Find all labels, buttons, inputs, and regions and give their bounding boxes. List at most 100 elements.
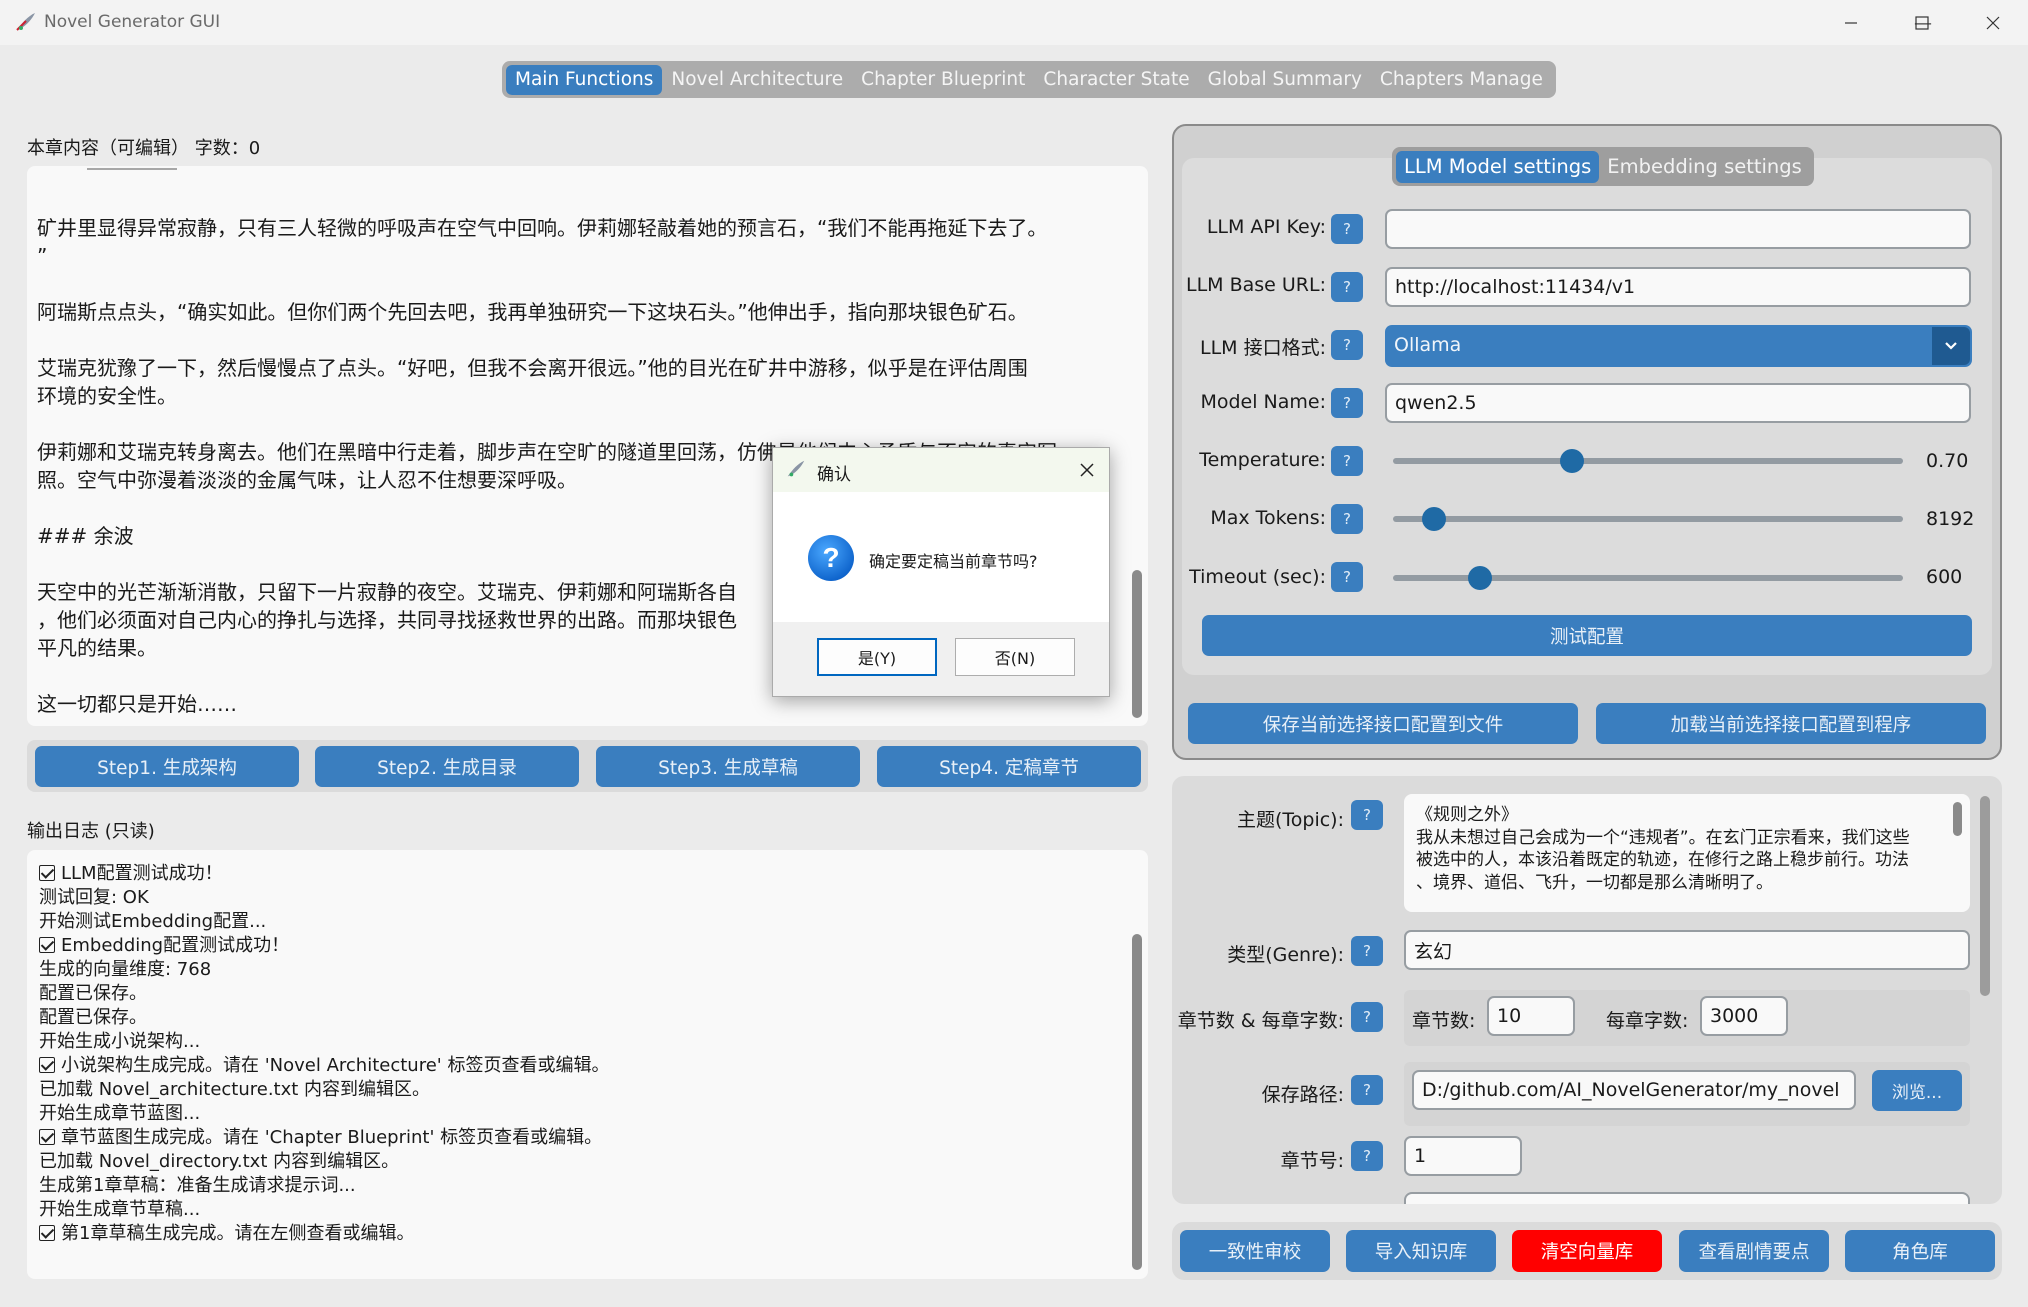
main-tab-bar: Main Functions Novel Architecture Chapte… [502, 61, 1556, 98]
params-scrollbar[interactable] [1980, 796, 1990, 996]
interface-format-select[interactable]: Ollama [1385, 325, 1972, 367]
genre-help-button[interactable]: ? [1351, 936, 1383, 966]
slider-knob[interactable] [1421, 507, 1446, 531]
timeout-value: 600 [1926, 566, 1963, 588]
tab-character-state[interactable]: Character State [1034, 65, 1198, 95]
save-config-button[interactable]: 保存当前选择接口配置到文件 [1188, 703, 1578, 744]
log-line: 小说架构生成完成。请在 'Novel Architecture' 标签页查看或编… [39, 1054, 1119, 1078]
view-plot-points-button[interactable]: 查看剧情要点 [1679, 1230, 1829, 1272]
timeout-help-button[interactable]: ? [1331, 562, 1363, 592]
chapters-words-help-button[interactable]: ? [1351, 1002, 1383, 1032]
topic-scrollbar[interactable] [1953, 802, 1962, 836]
editor-scrollbar[interactable] [1132, 570, 1142, 718]
log-line-text: 开始生成小说架构... [39, 1031, 201, 1052]
api-key-help-button[interactable]: ? [1331, 214, 1363, 244]
tab-main-functions[interactable]: Main Functions [506, 64, 663, 95]
step2-generate-directory-button[interactable]: Step2. 生成目录 [315, 746, 579, 787]
log-line-text: 生成的向量维度: 768 [39, 959, 212, 980]
save-path-input[interactable]: D:/github.com/AI_NovelGenerator/my_novel [1412, 1070, 1856, 1110]
test-config-button[interactable]: 测试配置 [1202, 615, 1972, 656]
log-scrollbar[interactable] [1132, 934, 1142, 1270]
settings-tab-bar: LLM Model settings Embedding settings [1392, 147, 1814, 186]
minimize-window-button[interactable] [1828, 8, 1874, 38]
dialog-close-button[interactable] [1073, 456, 1101, 484]
log-label: 输出日志 (只读) [27, 821, 155, 842]
import-knowledge-button[interactable]: 导入知识库 [1346, 1230, 1496, 1272]
timeout-slider[interactable] [1393, 563, 1903, 593]
topic-textarea[interactable]: 《规则之外》 我从未想过自己会成为一个“违规者”。在玄门正宗看来，我们这些 被选… [1404, 794, 1970, 912]
temperature-slider[interactable] [1393, 446, 1903, 476]
num-chapters-label: 章节数: [1412, 1010, 1476, 1032]
genre-input[interactable]: 玄幻 [1404, 930, 1970, 970]
max-tokens-value: 8192 [1926, 508, 1975, 530]
consistency-check-button[interactable]: 一致性审校 [1180, 1230, 1330, 1272]
temperature-help-button[interactable]: ? [1331, 446, 1363, 476]
log-line-text: Embedding配置测试成功！ [61, 935, 290, 956]
character-library-button[interactable]: 角色库 [1845, 1230, 1995, 1272]
slider-track [1393, 458, 1903, 464]
log-line-text: 开始生成章节草稿... [39, 1199, 201, 1220]
load-config-button[interactable]: 加载当前选择接口配置到程序 [1596, 703, 1986, 744]
model-name-help-button[interactable]: ? [1331, 388, 1363, 418]
slider-knob[interactable] [1559, 449, 1584, 473]
clear-vector-store-button[interactable]: 清空向量库 [1512, 1230, 1662, 1272]
log-line: 开始生成章节蓝图... [39, 1102, 1119, 1126]
log-line-text: 开始生成章节蓝图... [39, 1103, 201, 1124]
words-per-chapter-input[interactable]: 3000 [1700, 996, 1788, 1036]
checkbox-icon [39, 1057, 55, 1073]
tab-chapters-manage[interactable]: Chapters Manage [1371, 65, 1552, 95]
maximize-window-button[interactable] [1899, 8, 1945, 38]
slider-knob[interactable] [1467, 566, 1492, 590]
dialog-message: 确定要定稿当前章节吗? [869, 552, 1038, 571]
dialog-yes-button[interactable]: 是(Y) [817, 638, 937, 676]
chapter-number-input[interactable]: 1 [1404, 1136, 1522, 1176]
temperature-label: Temperature: [1199, 449, 1326, 471]
interface-format-help-button[interactable]: ? [1331, 330, 1363, 360]
log-line-text: 测试回复: OK [39, 887, 149, 908]
api-key-label: LLM API Key: [1206, 216, 1326, 238]
tab-llm-model-settings[interactable]: LLM Model settings [1396, 150, 1600, 183]
dialog-no-button[interactable]: 否(N) [955, 638, 1075, 676]
max-tokens-slider[interactable] [1393, 504, 1903, 534]
log-line: 开始生成小说架构... [39, 1030, 1119, 1054]
log-line: 配置已保存。 [39, 1006, 1119, 1030]
num-chapters-input[interactable]: 10 [1487, 996, 1575, 1036]
tab-global-summary[interactable]: Global Summary [1199, 65, 1371, 95]
api-key-input[interactable] [1385, 209, 1971, 249]
title-bar: Novel Generator GUI — [0, 0, 2028, 45]
tab-embedding-settings[interactable]: Embedding settings [1599, 151, 1810, 183]
chapter-number-label: 章节号: [1280, 1150, 1344, 1172]
editor-paragraph: 矿井里显得异常寂静，只有三人轻微的呼吸声在空气中回响。伊莉娜轻敲着她的预言石，“… [37, 216, 1048, 268]
base-url-help-button[interactable]: ? [1331, 272, 1363, 302]
dropdown-button[interactable] [1932, 327, 1970, 365]
model-name-input[interactable]: qwen2.5 [1385, 383, 1971, 423]
log-line-text: 已加载 Novel_architecture.txt 内容到编辑区。 [39, 1079, 431, 1100]
tab-novel-architecture[interactable]: Novel Architecture [662, 65, 852, 95]
minimize-icon [1845, 22, 1857, 24]
chapter-number-help-button[interactable]: ? [1351, 1141, 1383, 1171]
max-tokens-help-button[interactable]: ? [1331, 504, 1363, 534]
tab-chapter-blueprint[interactable]: Chapter Blueprint [852, 65, 1034, 95]
browse-button[interactable]: 浏览... [1872, 1070, 1962, 1111]
step1-generate-architecture-button[interactable]: Step1. 生成架构 [35, 746, 299, 787]
step3-generate-draft-button[interactable]: Step3. 生成草稿 [596, 746, 860, 787]
base-url-input[interactable]: http://localhost:11434/v1 [1385, 267, 1971, 307]
close-window-button[interactable] [1970, 8, 2016, 38]
log-line-text: 已加载 Novel_directory.txt 内容到编辑区。 [39, 1151, 400, 1172]
topic-text: 《规则之外》 我从未想过自己会成为一个“违规者”。在玄门正宗看来，我们这些 被选… [1416, 805, 1910, 893]
save-path-help-button[interactable]: ? [1351, 1075, 1383, 1105]
topic-help-button[interactable]: ? [1351, 800, 1383, 830]
log-line: LLM配置测试成功！ [39, 862, 1119, 886]
dialog-title-bar: 确认 [773, 448, 1109, 492]
save-path-label: 保存路径: [1261, 1084, 1344, 1106]
dialog-app-icon [787, 460, 805, 477]
genre-label: 类型(Genre): [1227, 944, 1344, 966]
svg-text:?: ? [822, 542, 839, 573]
log-line: 测试回复: OK [39, 886, 1119, 910]
clipped-line [87, 166, 177, 170]
close-icon [1080, 463, 1094, 477]
log-line: 开始生成章节草稿... [39, 1198, 1119, 1222]
editor-paragraph: 艾瑞克犹豫了一下，然后慢慢点了点头。“好吧，但我不会离开很远。”他的目光在矿井中… [37, 356, 1028, 408]
step4-finalize-chapter-button[interactable]: Step4. 定稿章节 [877, 746, 1141, 787]
log-line-text: 配置已保存。 [39, 983, 147, 1004]
